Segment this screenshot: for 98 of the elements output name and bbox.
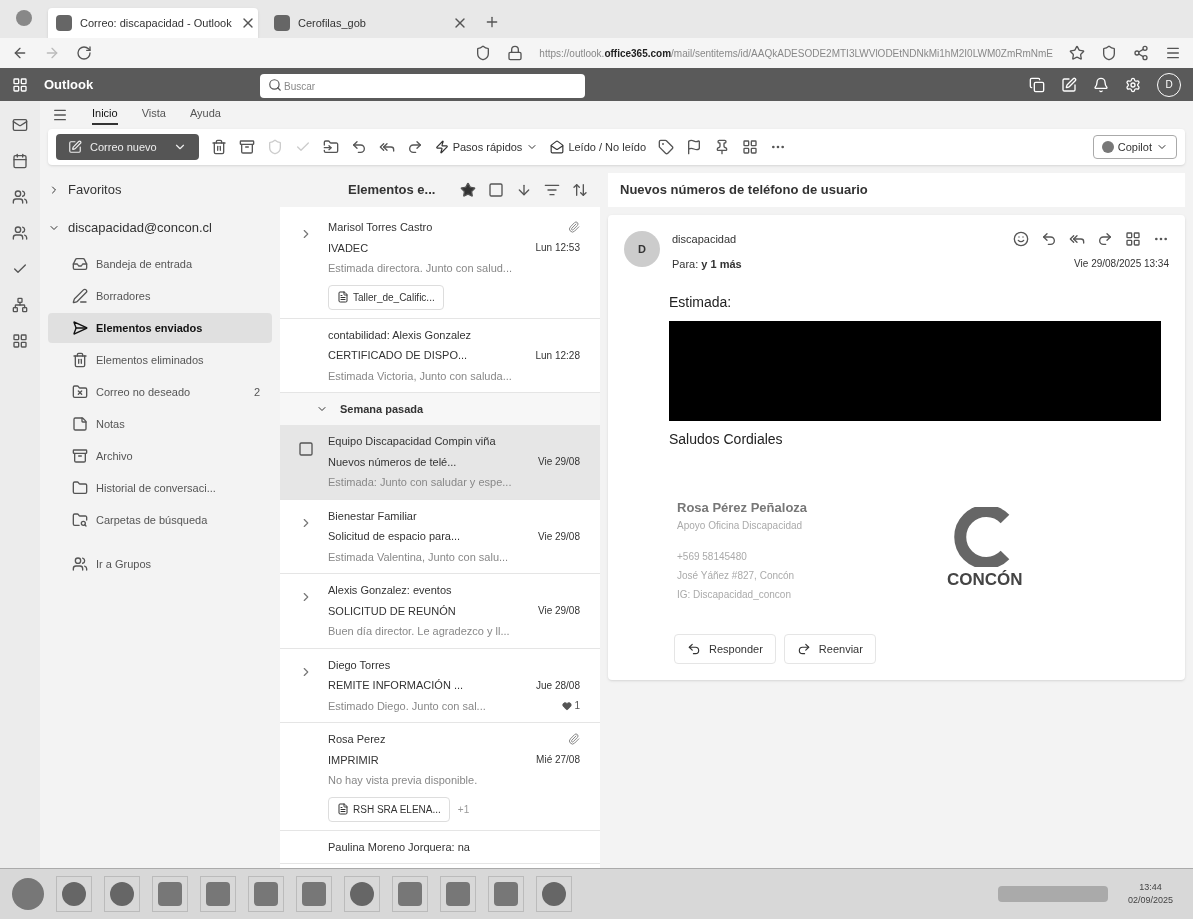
- tab-title: Cerofilas_gob: [298, 15, 367, 31]
- taskbar-app-icon[interactable]: [392, 876, 428, 912]
- move-icon[interactable]: [322, 139, 339, 155]
- apps-icon[interactable]: [1125, 231, 1141, 248]
- archive-icon[interactable]: [238, 139, 255, 155]
- lock-icon: [507, 45, 524, 61]
- app-name[interactable]: Outlook: [44, 74, 244, 95]
- ribbon-tab[interactable]: Ayuda: [189, 104, 221, 126]
- reply-icon[interactable]: [1041, 231, 1057, 248]
- people-icon[interactable]: [12, 189, 28, 205]
- sort-icon[interactable]: [572, 182, 588, 198]
- folder-item[interactable]: Ir a Grupos: [48, 549, 272, 579]
- select-icon[interactable]: [488, 182, 504, 198]
- folder-item[interactable]: Carpetas de búsqueda: [48, 505, 272, 535]
- folder-item[interactable]: Borradores: [48, 281, 272, 311]
- copilot-icon: [1101, 141, 1114, 153]
- apps-icon[interactable]: [12, 333, 28, 349]
- quick-steps-button[interactable]: Pasos rápidos: [434, 138, 539, 156]
- taskbar-app-icon[interactable]: [200, 876, 236, 912]
- search-field[interactable]: Buscar: [260, 74, 585, 98]
- menu-icon[interactable]: [1165, 45, 1181, 61]
- folder-item[interactable]: Elementos enviados: [48, 313, 272, 343]
- reply-icon[interactable]: [350, 139, 367, 155]
- folder-item[interactable]: Historial de conversaci...: [48, 473, 272, 503]
- file-icon: [337, 803, 349, 815]
- message-item[interactable]: Equipo Discapacidad Compin viña Nuevos números de telé... Vie 29/08 Estimada: Junto con saludar y espe...: [280, 425, 600, 500]
- paperclip-icon: [568, 733, 580, 746]
- forward-icon[interactable]: [1097, 231, 1113, 248]
- subject-bar: Nuevos números de teléfono de usuario: [608, 173, 1185, 207]
- sender-avatar: D: [624, 231, 660, 267]
- back-icon[interactable]: [12, 45, 28, 61]
- org-chart-icon[interactable]: [12, 297, 28, 313]
- bell-icon[interactable]: [1093, 76, 1109, 93]
- action-button[interactable]: Reenviar: [783, 633, 876, 664]
- forward-icon[interactable]: [406, 139, 423, 155]
- favorites-header[interactable]: Favoritos: [48, 173, 272, 207]
- heart-icon: [562, 700, 573, 711]
- folder-item[interactable]: Bandeja de entrada: [48, 249, 272, 279]
- shield-icon: [475, 45, 492, 61]
- filter-icon[interactable]: [544, 182, 560, 198]
- new-tab-icon[interactable]: [484, 14, 500, 30]
- address-bar[interactable]: https://outlook.office365.com/mail/sentitems/id/AAQkADESODE2MTI3LWVlODEtNDNkMi1hM2I0LWM0ZmRmNmE: [539, 45, 1053, 61]
- menu-icon[interactable]: [52, 107, 68, 123]
- mail-icon[interactable]: [12, 117, 28, 133]
- message-card: D discapacidad Para: y 1 más Vie 29/08/2025 13:34 Estimada: Saludos Cordiales Rosa Pérez Peñaloza Apoyo Oficina Discapacidad +569 58145480 José Yáñez #827, Concón IG: Discapacidad_concon CONCÓN Responder Reenviar: [608, 215, 1185, 680]
- search-icon: [268, 77, 282, 92]
- file-icon: [337, 291, 349, 303]
- copilot-button[interactable]: Copilot: [1092, 135, 1177, 159]
- taskbar-app-icon[interactable]: [536, 876, 572, 912]
- apps-icon[interactable]: [742, 139, 759, 155]
- lightning-icon: [434, 140, 449, 154]
- group-header[interactable]: Semana pasada: [280, 393, 600, 425]
- account-header[interactable]: discapacidad@concon.cl: [48, 209, 272, 247]
- forward-icon: [796, 641, 811, 656]
- delete-icon[interactable]: [210, 139, 227, 155]
- ribbon-tab[interactable]: Vista: [141, 104, 166, 126]
- read-unread-button[interactable]: Leído / No leído: [550, 138, 647, 156]
- taskbar-app-icon[interactable]: [296, 876, 332, 912]
- flag-icon[interactable]: [686, 139, 703, 155]
- browser-tab[interactable]: Cerofilas_gob: [266, 8, 476, 38]
- open-envelope-icon: [550, 140, 565, 154]
- reload-icon[interactable]: [76, 45, 92, 61]
- folder-item[interactable]: Correo no deseado 2: [48, 377, 272, 407]
- app-launcher-icon[interactable]: [12, 76, 28, 93]
- smile-icon[interactable]: [1013, 231, 1029, 248]
- taskbar-app-icon[interactable]: [440, 876, 476, 912]
- taskbar-app-icon[interactable]: [344, 876, 380, 912]
- paperclip-icon: [568, 221, 580, 234]
- tab-title: Correo: discapacidad - Outlook: [80, 15, 232, 31]
- taskbar-app-icon[interactable]: [248, 876, 284, 912]
- groups-icon[interactable]: [12, 225, 28, 241]
- new-mail-button[interactable]: Correo nuevo: [56, 134, 199, 160]
- taskbar-app-icon[interactable]: [152, 876, 188, 912]
- tag-icon[interactable]: [658, 139, 675, 155]
- action-button[interactable]: Responder: [674, 633, 776, 664]
- start-button[interactable]: [12, 878, 44, 910]
- tab-favicon-icon: [56, 15, 72, 31]
- calendar-icon[interactable]: [12, 153, 28, 169]
- folder-item[interactable]: Notas: [48, 409, 272, 439]
- browser-menu-icon[interactable]: [16, 10, 32, 26]
- bookmark-star-icon[interactable]: [1069, 45, 1085, 61]
- taskbar-app-icon[interactable]: [104, 876, 140, 912]
- browser-tab[interactable]: Correo: discapacidad - Outlook: [48, 8, 258, 38]
- tab-favicon-icon: [274, 15, 290, 31]
- settings-icon[interactable]: [1125, 76, 1141, 93]
- folder-item[interactable]: Archivo: [48, 441, 272, 471]
- checkbox[interactable]: [298, 441, 314, 457]
- ribbon-tab[interactable]: Inicio: [92, 104, 118, 126]
- taskbar-app-icon[interactable]: [56, 876, 92, 912]
- notes-icon[interactable]: [1061, 76, 1077, 93]
- taskbar-app-icon[interactable]: [488, 876, 524, 912]
- reply-icon: [687, 641, 701, 656]
- compose-icon: [68, 140, 82, 154]
- tray-clock[interactable]: 13:44 02/09/2025: [1119, 880, 1181, 908]
- star-icon[interactable]: [460, 182, 476, 198]
- list-title: Elementos e...: [347, 181, 437, 200]
- arrow-down-icon[interactable]: [516, 182, 532, 198]
- folder-item[interactable]: Elementos eliminados: [48, 345, 272, 375]
